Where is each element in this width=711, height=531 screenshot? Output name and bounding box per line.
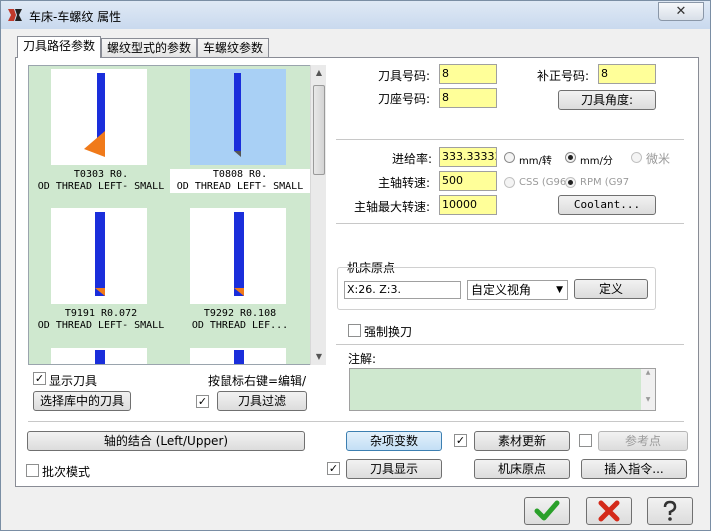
- tool-thumbnail: [51, 348, 147, 364]
- tool-filter-button[interactable]: 刀具过滤: [217, 391, 307, 411]
- max-spindle-speed-field[interactable]: 10000: [439, 195, 497, 215]
- tool-name: T9292 R0.108: [203, 308, 277, 319]
- offset-number-label: 补正号码:: [537, 69, 590, 83]
- cancel-button[interactable]: [586, 497, 632, 525]
- help-icon: [663, 500, 677, 521]
- scroll-thumb[interactable]: [313, 85, 325, 175]
- tool-thumbnail: [190, 208, 286, 304]
- offset-number-field[interactable]: 8: [598, 64, 656, 84]
- mm-per-min-radio[interactable]: [565, 152, 576, 163]
- micron-radio[interactable]: [631, 152, 642, 163]
- tool-desc: OD THREAD LEF...: [191, 320, 289, 331]
- define-button[interactable]: 定义: [574, 279, 648, 299]
- axis-combination-button[interactable]: 轴的结合 (Left/Upper): [27, 431, 305, 451]
- rpm-label: RPM (G97: [580, 177, 630, 188]
- tool-list: T0303 R0. OD THREAD LEFT- SMALL T0808 R0.…: [28, 65, 326, 365]
- tool-desc: OD THREAD LEFT- SMALL: [37, 181, 165, 192]
- home-view-combo[interactable]: 自定义视角 ▼: [467, 280, 568, 300]
- thread-tool-icon: [234, 73, 241, 157]
- machine-home-button[interactable]: 机床原点: [474, 459, 570, 479]
- thread-tool-icon: [84, 73, 105, 157]
- title-bar: 车床-车螺纹 属性 ✕: [1, 1, 710, 29]
- thread-tool-icon: [234, 212, 244, 296]
- misc-values-button[interactable]: 杂项变数: [346, 431, 442, 451]
- mm-per-rev-label: mm/转: [519, 156, 552, 167]
- tool-angle-button[interactable]: 刀具角度:: [558, 90, 656, 110]
- station-number-label: 刀座号码:: [378, 92, 431, 106]
- force-tool-change-label: 强制换刀: [364, 325, 413, 339]
- spindle-speed-label: 主轴转速:: [378, 176, 431, 190]
- ok-button[interactable]: [524, 497, 570, 525]
- tool-thumbnail: [190, 348, 286, 364]
- close-icon: ✕: [675, 4, 687, 19]
- show-tool-checkbox[interactable]: ✓: [33, 372, 46, 385]
- home-view-value: 自定义视角: [471, 283, 532, 297]
- feed-rate-label: 进给率:: [392, 152, 433, 166]
- notes-label: 注解:: [348, 352, 377, 366]
- separator: [336, 344, 684, 345]
- close-icon: [598, 500, 620, 522]
- tool-name: T0303 R0.: [73, 169, 129, 180]
- feed-rate-field[interactable]: 333.33333: [439, 147, 497, 167]
- tool-filter-checkbox[interactable]: ✓: [196, 395, 209, 408]
- rpm-radio[interactable]: [565, 177, 576, 188]
- tool-thumbnail: [190, 69, 286, 165]
- help-button[interactable]: [647, 497, 693, 525]
- stock-update-button[interactable]: 素材更新: [474, 431, 570, 451]
- thread-tool-icon: [95, 350, 105, 364]
- tool-name: T0808 R0.: [212, 169, 268, 180]
- batch-mode-label: 批次模式: [42, 465, 91, 479]
- scroll-down-icon[interactable]: ▼: [311, 349, 327, 365]
- tool-desc: OD THREAD LEFT- SMALL: [37, 320, 165, 331]
- force-tool-change-checkbox[interactable]: [348, 324, 361, 337]
- tool-list-scrollbar[interactable]: ▲ ▼: [310, 65, 326, 365]
- separator: [336, 223, 684, 224]
- separator: [336, 139, 684, 140]
- tool-thumbnail: [51, 208, 147, 304]
- checkmark-icon: [534, 500, 560, 521]
- right-click-hint: 按鼠标右键=编辑/: [208, 374, 307, 388]
- tab-thread-cut-params[interactable]: 车螺纹参数: [197, 38, 269, 58]
- show-tool-label: 显示刀具: [49, 374, 98, 388]
- app-logo-icon: [8, 9, 22, 21]
- stock-update-checkbox[interactable]: ✓: [454, 434, 467, 447]
- spindle-speed-field[interactable]: 500: [439, 171, 497, 191]
- ref-point-button[interactable]: 参考点: [598, 431, 688, 451]
- coolant-button[interactable]: Coolant...: [558, 195, 656, 215]
- batch-mode-checkbox[interactable]: [26, 464, 39, 477]
- tool-display-button[interactable]: 刀具显示: [346, 459, 442, 479]
- max-spindle-speed-label: 主轴最大转速:: [354, 200, 431, 214]
- close-button[interactable]: ✕: [658, 2, 704, 21]
- scroll-up-icon[interactable]: ▲: [311, 65, 327, 81]
- css-label: CSS (G96: [519, 177, 567, 188]
- thread-tool-icon: [95, 212, 105, 296]
- separator: [28, 421, 684, 422]
- thread-tool-icon: [234, 350, 244, 364]
- micron-label: 微米: [646, 152, 671, 166]
- home-coords-field[interactable]: X:26. Z:3.: [344, 281, 461, 299]
- css-radio[interactable]: [504, 177, 515, 188]
- notes-textarea[interactable]: ▲ ▼: [349, 368, 656, 411]
- tab-thread-form-params[interactable]: 螺纹型式的参数: [101, 38, 197, 58]
- tool-number-label: 刀具号码:: [378, 69, 431, 83]
- window-title: 车床-车螺纹 属性: [29, 10, 122, 24]
- properties-dialog: 车床-车螺纹 属性 ✕ 刀具路径参数 螺纹型式的参数 车螺纹参数 T0303 R…: [0, 0, 711, 531]
- tool-name: T9191 R0.072: [64, 308, 138, 319]
- chevron-down-icon: ▼: [556, 285, 563, 295]
- tab-toolpath-params[interactable]: 刀具路径参数: [17, 36, 101, 58]
- ref-point-checkbox[interactable]: [579, 434, 592, 447]
- select-library-tool-button[interactable]: 选择库中的刀具: [33, 391, 131, 411]
- tool-desc: OD THREAD LEFT- SMALL: [176, 181, 304, 192]
- tool-display-checkbox[interactable]: ✓: [327, 462, 340, 475]
- mm-per-rev-radio[interactable]: [504, 152, 515, 163]
- insert-command-button[interactable]: 插入指令...: [581, 459, 687, 479]
- tool-number-field[interactable]: 8: [439, 64, 497, 84]
- tool-thumbnail: [51, 69, 147, 165]
- mm-per-min-label: mm/分: [580, 156, 613, 167]
- notes-scrollbar[interactable]: ▲ ▼: [641, 369, 655, 410]
- station-number-field[interactable]: 8: [439, 88, 497, 108]
